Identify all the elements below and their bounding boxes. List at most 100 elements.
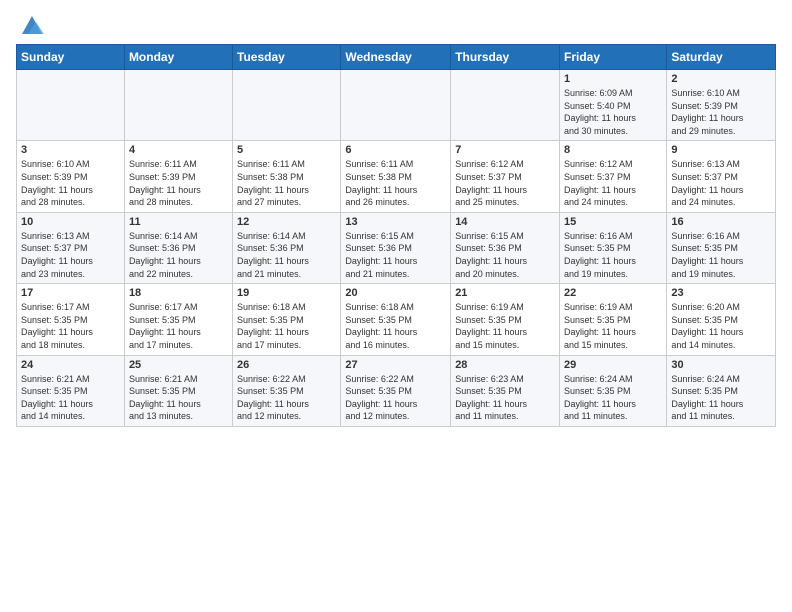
day-number: 9 [671,144,771,156]
day-number: 6 [345,144,446,156]
calendar-cell [451,70,560,141]
day-info: Sunrise: 6:22 AM Sunset: 5:35 PM Dayligh… [345,373,446,423]
day-info: Sunrise: 6:19 AM Sunset: 5:35 PM Dayligh… [455,301,555,351]
day-number: 20 [345,287,446,299]
day-info: Sunrise: 6:18 AM Sunset: 5:35 PM Dayligh… [345,301,446,351]
day-number: 16 [671,216,771,228]
weekday-row: SundayMondayTuesdayWednesdayThursdayFrid… [17,45,776,70]
day-number: 25 [129,359,228,371]
calendar-cell: 8 Sunrise: 6:12 AM Sunset: 5:37 PM Daylig… [560,141,667,212]
calendar-cell: 27 Sunrise: 6:22 AM Sunset: 5:35 PM Dayli… [341,355,451,426]
day-info: Sunrise: 6:24 AM Sunset: 5:35 PM Dayligh… [564,373,662,423]
day-number: 8 [564,144,662,156]
calendar-cell: 26Sunrise: 6:22 AM Sunset: 5:35 PM Dayli… [233,355,341,426]
calendar-cell: 19 Sunrise: 6:18 AM Sunset: 5:35 PM Dayli… [233,284,341,355]
calendar-cell: 18 Sunrise: 6:17 AM Sunset: 5:35 PM Dayli… [124,284,232,355]
day-info: Sunrise: 6:12 AM Sunset: 5:37 PM Dayligh… [455,158,555,208]
day-info: Sunrise: 6:21 AM Sunset: 5:35 PM Dayligh… [21,373,120,423]
weekday-header-sunday: Sunday [17,45,125,70]
calendar-cell: 10 Sunrise: 6:13 AM Sunset: 5:37 PM Dayli… [17,212,125,283]
weekday-header-friday: Friday [560,45,667,70]
day-number: 7 [455,144,555,156]
weekday-header-tuesday: Tuesday [233,45,341,70]
day-info: Sunrise: 6:09 AM Sunset: 5:40 PM Dayligh… [564,87,662,137]
day-number: 18 [129,287,228,299]
day-info: Sunrise: 6:11 AM Sunset: 5:38 PM Dayligh… [345,158,446,208]
day-number: 29 [564,359,662,371]
day-number: 4 [129,144,228,156]
day-info: Sunrise: 6:13 AM Sunset: 5:37 PM Dayligh… [21,230,120,280]
day-info: Sunrise: 6:20 AM Sunset: 5:35 PM Dayligh… [671,301,771,351]
day-info: Sunrise: 6:16 AM Sunset: 5:35 PM Dayligh… [564,230,662,280]
day-info: Sunrise: 6:24 AM Sunset: 5:35 PM Dayligh… [671,373,771,423]
logo [16,10,46,38]
calendar-cell: 9 Sunrise: 6:13 AM Sunset: 5:37 PM Daylig… [667,141,776,212]
day-number: 27 [345,359,446,371]
calendar-cell: 23Sunrise: 6:20 AM Sunset: 5:35 PM Dayli… [667,284,776,355]
weekday-header-wednesday: Wednesday [341,45,451,70]
day-info: Sunrise: 6:14 AM Sunset: 5:36 PM Dayligh… [129,230,228,280]
header [16,10,776,38]
calendar-cell: 29 Sunrise: 6:24 AM Sunset: 5:35 PM Dayli… [560,355,667,426]
calendar-cell: 11 Sunrise: 6:14 AM Sunset: 5:36 PM Dayli… [124,212,232,283]
week-row-5: 24Sunrise: 6:21 AM Sunset: 5:35 PM Dayli… [17,355,776,426]
calendar-cell: 12 Sunrise: 6:14 AM Sunset: 5:36 PM Dayli… [233,212,341,283]
calendar-header: SundayMondayTuesdayWednesdayThursdayFrid… [17,45,776,70]
page: SundayMondayTuesdayWednesdayThursdayFrid… [0,0,792,437]
day-number: 14 [455,216,555,228]
day-info: Sunrise: 6:19 AM Sunset: 5:35 PM Dayligh… [564,301,662,351]
calendar-cell: 17 Sunrise: 6:17 AM Sunset: 5:35 PM Dayli… [17,284,125,355]
day-number: 17 [21,287,120,299]
calendar-cell [124,70,232,141]
day-info: Sunrise: 6:21 AM Sunset: 5:35 PM Dayligh… [129,373,228,423]
day-info: Sunrise: 6:15 AM Sunset: 5:36 PM Dayligh… [345,230,446,280]
day-number: 22 [564,287,662,299]
week-row-3: 10 Sunrise: 6:13 AM Sunset: 5:37 PM Dayli… [17,212,776,283]
day-number: 15 [564,216,662,228]
calendar-cell: 4 Sunrise: 6:11 AM Sunset: 5:39 PM Daylig… [124,141,232,212]
day-info: Sunrise: 6:10 AM Sunset: 5:39 PM Dayligh… [671,87,771,137]
week-row-2: 3Sunrise: 6:10 AM Sunset: 5:39 PM Daylig… [17,141,776,212]
calendar: SundayMondayTuesdayWednesdayThursdayFrid… [16,44,776,427]
calendar-cell: 6 Sunrise: 6:11 AM Sunset: 5:38 PM Daylig… [341,141,451,212]
calendar-cell: 14 Sunrise: 6:15 AM Sunset: 5:36 PM Dayli… [451,212,560,283]
day-number: 11 [129,216,228,228]
calendar-cell [17,70,125,141]
day-number: 5 [237,144,336,156]
calendar-cell: 3Sunrise: 6:10 AM Sunset: 5:39 PM Daylig… [17,141,125,212]
day-number: 21 [455,287,555,299]
logo-icon [18,10,46,38]
day-info: Sunrise: 6:11 AM Sunset: 5:38 PM Dayligh… [237,158,336,208]
day-info: Sunrise: 6:22 AM Sunset: 5:35 PM Dayligh… [237,373,336,423]
day-number: 19 [237,287,336,299]
calendar-cell: 30 Sunrise: 6:24 AM Sunset: 5:35 PM Dayli… [667,355,776,426]
day-info: Sunrise: 6:11 AM Sunset: 5:39 PM Dayligh… [129,158,228,208]
day-number: 10 [21,216,120,228]
day-info: Sunrise: 6:15 AM Sunset: 5:36 PM Dayligh… [455,230,555,280]
day-info: Sunrise: 6:17 AM Sunset: 5:35 PM Dayligh… [21,301,120,351]
day-info: Sunrise: 6:12 AM Sunset: 5:37 PM Dayligh… [564,158,662,208]
weekday-header-saturday: Saturday [667,45,776,70]
day-info: Sunrise: 6:14 AM Sunset: 5:36 PM Dayligh… [237,230,336,280]
day-info: Sunrise: 6:18 AM Sunset: 5:35 PM Dayligh… [237,301,336,351]
weekday-header-monday: Monday [124,45,232,70]
calendar-cell: 1Sunrise: 6:09 AM Sunset: 5:40 PM Daylig… [560,70,667,141]
day-number: 12 [237,216,336,228]
week-row-1: 1Sunrise: 6:09 AM Sunset: 5:40 PM Daylig… [17,70,776,141]
day-info: Sunrise: 6:16 AM Sunset: 5:35 PM Dayligh… [671,230,771,280]
day-number: 2 [671,73,771,85]
day-info: Sunrise: 6:13 AM Sunset: 5:37 PM Dayligh… [671,158,771,208]
day-info: Sunrise: 6:17 AM Sunset: 5:35 PM Dayligh… [129,301,228,351]
weekday-header-thursday: Thursday [451,45,560,70]
calendar-cell [233,70,341,141]
day-number: 28 [455,359,555,371]
calendar-cell: 28 Sunrise: 6:23 AM Sunset: 5:35 PM Dayli… [451,355,560,426]
day-info: Sunrise: 6:23 AM Sunset: 5:35 PM Dayligh… [455,373,555,423]
calendar-cell: 20 Sunrise: 6:18 AM Sunset: 5:35 PM Dayli… [341,284,451,355]
calendar-cell: 24Sunrise: 6:21 AM Sunset: 5:35 PM Dayli… [17,355,125,426]
calendar-cell: 5 Sunrise: 6:11 AM Sunset: 5:38 PM Daylig… [233,141,341,212]
calendar-cell: 2 Sunrise: 6:10 AM Sunset: 5:39 PM Daylig… [667,70,776,141]
day-number: 13 [345,216,446,228]
day-number: 30 [671,359,771,371]
week-row-4: 17 Sunrise: 6:17 AM Sunset: 5:35 PM Dayli… [17,284,776,355]
